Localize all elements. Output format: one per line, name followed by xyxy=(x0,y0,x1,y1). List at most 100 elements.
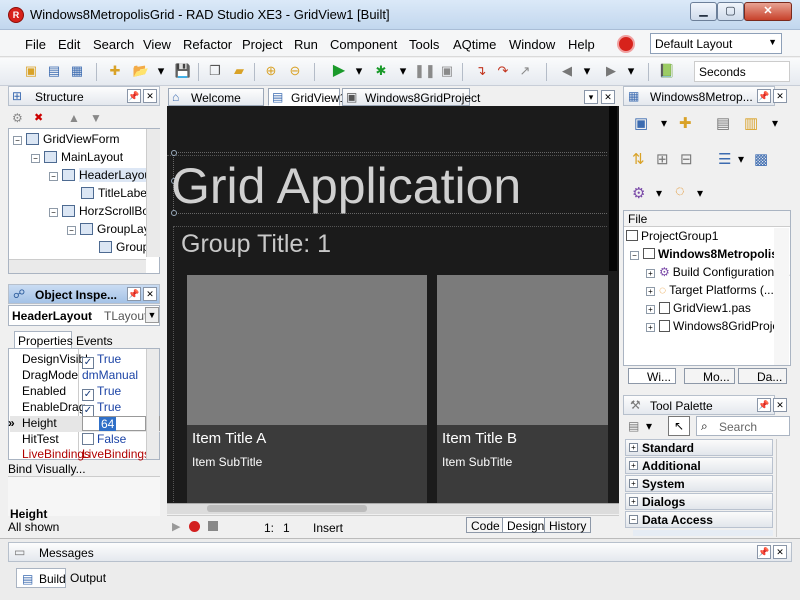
property-scrollbar[interactable] xyxy=(146,349,159,459)
tree-item-project[interactable]: − Windows8Metropolis... xyxy=(630,247,788,265)
stop-icon[interactable] xyxy=(208,521,218,531)
stop-icon[interactable]: ▣ xyxy=(438,62,456,80)
play-icon[interactable]: ▶ xyxy=(172,520,180,533)
tab-output[interactable]: Output xyxy=(70,571,106,585)
pause-icon[interactable]: ❚❚ xyxy=(414,62,436,80)
component-selector[interactable]: HeaderLayout TLayout ▼ xyxy=(8,305,160,326)
property-row[interactable]: LiveBindings LiveBindings xyxy=(10,447,160,463)
close-button[interactable]: ✕ xyxy=(744,2,792,21)
scrollbar[interactable] xyxy=(774,228,789,365)
tab-model[interactable]: Mo... xyxy=(684,368,735,384)
build-icon[interactable]: ▩ xyxy=(754,150,768,168)
property-row[interactable]: DesignVisibl ✓ True xyxy=(10,352,160,369)
help-icon[interactable] xyxy=(617,35,635,53)
grid-app-title[interactable]: Grid Application xyxy=(171,156,521,216)
palette-search-input[interactable]: ⌕ Search xyxy=(696,416,790,436)
pin-icon[interactable]: 📌 xyxy=(757,89,771,103)
menu-file[interactable]: File xyxy=(25,37,46,52)
filter-icon[interactable]: ⚙ xyxy=(12,111,23,125)
close-icon[interactable]: ✕ xyxy=(773,89,787,103)
height-input[interactable]: 64 xyxy=(82,416,146,431)
close-icon[interactable]: ✕ xyxy=(143,89,157,103)
pin-icon[interactable]: 📌 xyxy=(127,287,141,301)
tree-item-group[interactable]: Group xyxy=(99,240,149,258)
property-row[interactable]: EnableDrag ✓ True xyxy=(10,400,160,417)
run-without-debug-icon[interactable]: ✱ xyxy=(372,62,390,80)
add-file-icon[interactable]: ⊕ xyxy=(262,62,280,80)
forward-icon[interactable]: ▶ xyxy=(602,62,620,80)
designer-scroll-thumb[interactable] xyxy=(609,106,617,271)
tab-code[interactable]: Code xyxy=(466,517,505,533)
property-row[interactable]: Enabled ✓ True xyxy=(10,384,160,401)
remove-file-icon[interactable]: ⊖ xyxy=(286,62,304,80)
close-icon[interactable]: ✕ xyxy=(601,90,615,104)
chevron-down-icon[interactable]: ▾ xyxy=(622,62,640,80)
up-arrow-icon[interactable]: ▲ xyxy=(68,111,80,125)
tree-item-grouplayout[interactable]: − GroupLay xyxy=(67,222,150,240)
pin-icon[interactable]: 📌 xyxy=(757,545,771,559)
menu-tools[interactable]: Tools xyxy=(409,37,439,52)
designer-horizontal-scrollbar[interactable] xyxy=(167,503,619,514)
scroll-thumb[interactable] xyxy=(207,505,367,512)
tree-item-headerlayout[interactable]: − HeaderLayou xyxy=(49,168,152,186)
new-items-icon[interactable]: ▣ xyxy=(22,62,40,80)
chevron-down-icon[interactable]: ▾ xyxy=(578,62,596,80)
chevron-down-icon[interactable]: ▾ xyxy=(394,62,412,80)
category-additional[interactable]: + Additional xyxy=(625,457,773,474)
new-icon[interactable]: ✚ xyxy=(106,62,124,80)
menu-refactor[interactable]: Refactor xyxy=(183,37,232,52)
open-project-icon[interactable]: ▤ xyxy=(45,62,63,80)
tab-welcome[interactable]: Wi... xyxy=(628,368,676,384)
copy-icon[interactable]: ❐ xyxy=(206,62,224,80)
pin-icon[interactable]: 📌 xyxy=(127,89,141,103)
item-tile-b[interactable]: Item Title B Item SubTitle xyxy=(437,275,608,505)
tab-welcome-page[interactable]: Welcome Page xyxy=(168,88,264,119)
chevron-down-icon[interactable]: ▾ xyxy=(661,116,667,130)
property-row-selected[interactable]: »Height 64 ▼ xyxy=(8,416,160,432)
vertical-scrollbar[interactable] xyxy=(146,129,160,257)
tab-events[interactable]: Events xyxy=(72,332,118,348)
minimize-button[interactable]: ▁ xyxy=(690,2,717,21)
palette-scrollbar[interactable] xyxy=(776,439,790,537)
step-over-icon[interactable]: ↷ xyxy=(494,62,512,80)
menu-project[interactable]: Project xyxy=(242,37,282,52)
tab-history[interactable]: History xyxy=(544,517,592,533)
categories-icon[interactable]: ▤ xyxy=(628,419,639,433)
step-out-icon[interactable]: ↗ xyxy=(516,62,534,80)
remove-icon[interactable]: ▤ xyxy=(716,114,730,132)
close-icon[interactable]: ✕ xyxy=(143,287,157,301)
category-system[interactable]: + System xyxy=(625,475,773,492)
step-into-icon[interactable]: ↴ xyxy=(472,62,490,80)
menu-view[interactable]: View xyxy=(143,37,171,52)
tab-windows8gridproject[interactable]: Windows8GridProject xyxy=(342,88,480,106)
property-row[interactable]: HitTest False xyxy=(10,432,160,448)
save-icon[interactable]: 💾 xyxy=(174,62,192,80)
tree-item-titlelabel[interactable]: TitleLabel xyxy=(81,186,150,204)
chevron-down-icon[interactable]: ▾ xyxy=(738,152,744,166)
menu-help[interactable]: Help xyxy=(568,37,595,52)
sync-icon[interactable]: ⇅ xyxy=(632,150,645,168)
category-standard[interactable]: + Standard xyxy=(625,439,773,456)
tab-properties[interactable]: Properties xyxy=(14,331,73,348)
pointer-icon[interactable]: ↖ xyxy=(668,416,690,436)
pin-icon[interactable]: 📌 xyxy=(757,398,771,412)
menu-aqtime[interactable]: AQtime xyxy=(453,37,496,52)
tree-item-gridviewform[interactable]: − GridViewForm xyxy=(13,132,119,150)
category-dialogs[interactable]: + Dialogs xyxy=(625,493,773,510)
target-platform-icon[interactable]: ◌ xyxy=(675,183,685,201)
chevron-down-icon[interactable]: ▼ xyxy=(145,307,159,323)
tree-item-gridview1-pas[interactable]: + GridView1.pas xyxy=(646,301,751,319)
chevron-down-icon[interactable]: ▾ xyxy=(584,90,598,104)
back-icon[interactable]: ◀ xyxy=(558,62,576,80)
file-column-header[interactable]: File xyxy=(624,211,790,227)
open-icon[interactable]: 📂 xyxy=(132,62,150,80)
collapse-icon[interactable]: ⊟ xyxy=(680,150,693,168)
close-icon[interactable]: ✕ xyxy=(773,545,787,559)
folder-icon[interactable]: ▰ xyxy=(230,62,248,80)
chevron-down-icon[interactable]: ▾ xyxy=(152,62,170,80)
chevron-down-icon[interactable]: ▾ xyxy=(646,419,652,433)
tree-item-horzscrollbox[interactable]: − HorzScrollBox xyxy=(49,204,155,222)
tree-item-target-platforms[interactable]: + ◌ Target Platforms (... xyxy=(646,283,774,301)
record-icon[interactable] xyxy=(189,521,200,532)
chevron-down-icon[interactable]: ▾ xyxy=(656,186,662,200)
